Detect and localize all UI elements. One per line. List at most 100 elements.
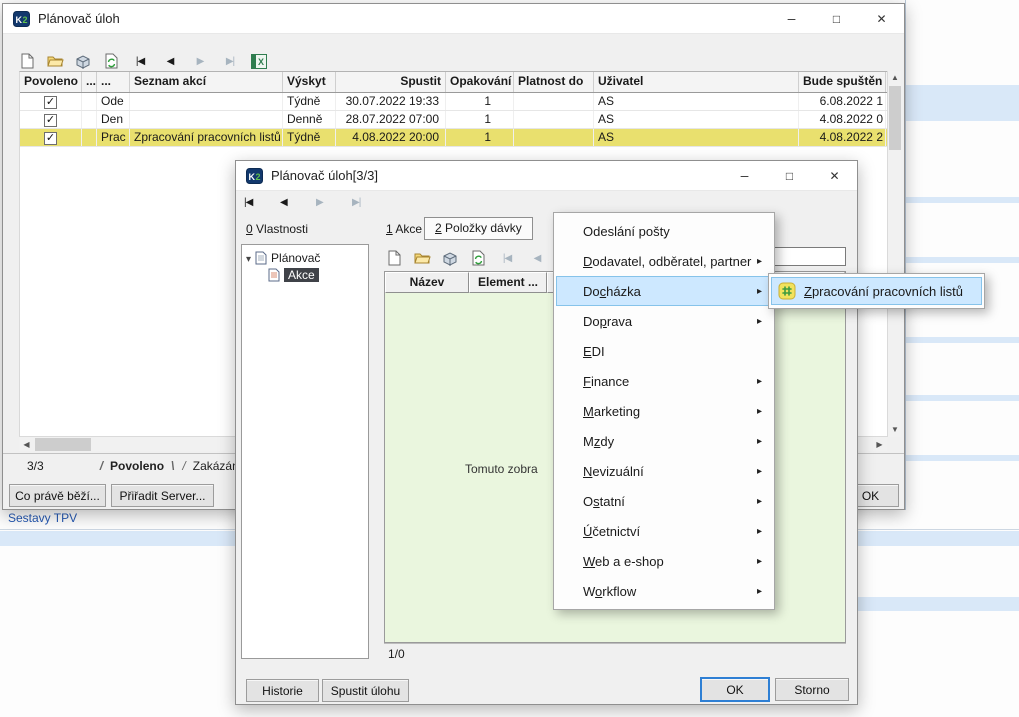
menu-item-doprava[interactable]: Doprava▸ (556, 306, 772, 336)
submenu-arrow-icon: ▸ (757, 466, 762, 477)
maximize-button[interactable] (814, 4, 859, 33)
actions-context-menu: Odeslání poštyDodavatel, odběratel, part… (553, 212, 775, 610)
menu-item-marketing[interactable]: Marketing▸ (556, 396, 772, 426)
first-record-button[interactable] (496, 248, 518, 268)
dialog-column-header-1[interactable]: Element ... (469, 272, 547, 293)
column-header-8[interactable]: Uživatel (594, 72, 799, 92)
menu-item-odeslani-posty[interactable]: Odeslání pošty (556, 216, 772, 246)
cell: AS (594, 129, 799, 146)
assign-server-button[interactable]: Přiřadit Server... (111, 484, 214, 507)
menu-item-finance[interactable]: Finance▸ (556, 366, 772, 396)
minimize-button[interactable] (769, 4, 814, 33)
column-header-2[interactable]: ... (97, 72, 130, 92)
cell (82, 111, 97, 128)
scroll-up-icon[interactable] (888, 71, 902, 85)
column-header-9[interactable]: Bude spuštěn (799, 72, 886, 92)
excel-export-button[interactable]: X (249, 51, 269, 71)
svg-text:K: K (15, 15, 22, 25)
enabled-checkbox[interactable]: ✓ (44, 96, 57, 109)
last-record-button[interactable] (219, 51, 241, 71)
tree-node-planovac[interactable]: Plánovač (244, 249, 366, 266)
properties-label[interactable]: 0 Vlastnosti (246, 222, 308, 236)
svg-text:2: 2 (22, 15, 27, 25)
open-folder-button[interactable] (412, 248, 432, 268)
menu-item-web-a-eshop[interactable]: Web a e-shop▸ (556, 546, 772, 576)
new-record-button[interactable] (384, 248, 404, 268)
column-header-3[interactable]: Seznam akcí (130, 72, 283, 92)
menu-item-edi[interactable]: EDI (556, 336, 772, 366)
refresh-button[interactable] (468, 248, 488, 268)
column-header-5[interactable]: Spustit (336, 72, 446, 92)
next-record-button[interactable] (189, 51, 211, 71)
whats-running-button[interactable]: Co právě běží... (9, 484, 106, 507)
cell: 28.07.2022 07:00 (336, 111, 446, 128)
column-header-0[interactable]: Povoleno (20, 72, 82, 92)
maximize-button[interactable] (767, 161, 812, 190)
ok-button[interactable]: OK (700, 677, 770, 702)
new-record-button[interactable] (17, 51, 37, 71)
task-row[interactable]: ✓PracZpracování pracovních listůTýdně4.0… (20, 129, 887, 147)
enabled-checkbox[interactable]: ✓ (44, 114, 57, 127)
first-record-button[interactable] (244, 197, 266, 208)
scroll-left-icon[interactable] (19, 437, 34, 452)
cancel-button[interactable]: Storno (775, 678, 849, 701)
menu-item-label: Docházka (583, 284, 641, 299)
vertical-scrollbar[interactable] (887, 71, 901, 437)
next-record-button[interactable] (316, 197, 338, 208)
task-table-body: ✓OdeTýdně30.07.2022 19:331AS6.08.2022 1✓… (20, 93, 887, 147)
menu-item-ostatni[interactable]: Ostatní▸ (556, 486, 772, 516)
menu-item-dochazka[interactable]: Docházka▸ (556, 276, 772, 306)
scroll-down-icon[interactable] (888, 423, 902, 437)
column-header-6[interactable]: Opakování (446, 72, 514, 92)
previous-record-button[interactable] (526, 248, 548, 268)
background-row-stripe (858, 597, 1019, 611)
batch-items-tab[interactable]: 2 Položky dávky (424, 217, 533, 240)
collapse-icon[interactable] (246, 251, 251, 265)
menu-item-dodavatel-odberatel-partner[interactable]: Dodavatel, odběratel, partner▸ (556, 246, 772, 276)
menu-item-nevizualni[interactable]: Nevizuální▸ (556, 456, 772, 486)
dialog-titlebar[interactable]: K2 Plánovač úloh[3/3] (236, 161, 857, 191)
cell: Týdně (283, 93, 336, 110)
task-row[interactable]: ✓DenDenně28.07.2022 07:001AS4.08.2022 0 (20, 111, 887, 129)
cell: 1 (446, 129, 514, 146)
quick-search-input[interactable] (771, 247, 846, 266)
container-button[interactable] (73, 51, 93, 71)
open-folder-button[interactable] (45, 51, 65, 71)
previous-record-button[interactable] (159, 51, 181, 71)
close-button[interactable] (812, 161, 857, 190)
refresh-button[interactable] (101, 51, 121, 71)
column-header-1[interactable]: ... (82, 72, 97, 92)
history-button[interactable]: Historie (246, 679, 319, 702)
tree-node-akce[interactable]: Akce (244, 266, 366, 283)
last-record-button[interactable] (352, 197, 374, 208)
minimize-button[interactable] (722, 161, 767, 190)
enabled-checkbox[interactable]: ✓ (44, 132, 57, 145)
menu-item-zpracovani-pracovnich-listu[interactable]: Zpracování pracovních listů (771, 277, 982, 305)
column-header-4[interactable]: Výskyt (283, 72, 336, 92)
dialog-toolbar (384, 248, 578, 268)
actions-tab-label[interactable]: 1 Akce (386, 222, 422, 236)
column-header-7[interactable]: Platnost do (514, 72, 594, 92)
run-task-button[interactable]: Spustit úlohu (322, 679, 409, 702)
cell: ✓ (20, 111, 82, 128)
menu-item-workflow[interactable]: Workflow▸ (556, 576, 772, 606)
scrollbar-thumb[interactable] (889, 86, 901, 150)
first-record-button[interactable] (129, 51, 151, 71)
close-icon (829, 167, 839, 185)
scroll-right-icon[interactable] (872, 437, 887, 452)
dialog-column-header-0[interactable]: Název (385, 272, 469, 293)
filter-tab-0[interactable]: Povoleno (96, 457, 179, 475)
previous-record-button[interactable] (280, 197, 302, 208)
scrollbar-thumb[interactable] (35, 438, 91, 451)
sestavy-tpv-link[interactable]: Sestavy TPV (8, 511, 77, 525)
task-row[interactable]: ✓OdeTýdně30.07.2022 19:331AS6.08.2022 1 (20, 93, 887, 111)
main-titlebar[interactable]: K2 Plánovač úloh (3, 4, 904, 34)
menu-item-ucetnictvi[interactable]: Účetnictví▸ (556, 516, 772, 546)
close-button[interactable] (859, 4, 904, 33)
menu-item-mzdy[interactable]: Mzdy▸ (556, 426, 772, 456)
cell: Ode (97, 93, 130, 110)
k2-app-icon: K2 (11, 9, 31, 29)
container-button[interactable] (440, 248, 460, 268)
main-toolbar: X (17, 50, 269, 72)
cell: AS (594, 111, 799, 128)
